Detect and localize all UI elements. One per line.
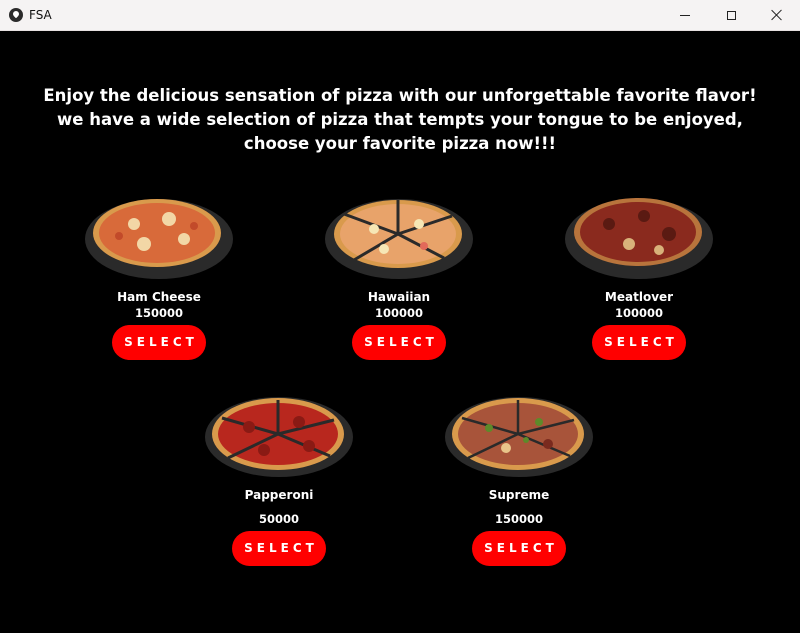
minimize-button[interactable] bbox=[662, 0, 708, 30]
window-title: FSA bbox=[29, 8, 52, 22]
pizza-card-supreme: Supreme 150000 SELECT bbox=[429, 392, 609, 566]
pizza-image bbox=[445, 397, 593, 477]
title-bar[interactable]: FSA bbox=[0, 0, 800, 31]
pizza-name: Supreme bbox=[488, 488, 550, 502]
pizza-card-ham-cheese: Ham Cheese 150000 SELECT bbox=[69, 194, 249, 360]
app-window: FSA Enjoy the delicious sensation of piz… bbox=[0, 0, 800, 633]
pizza-name: Papperoni bbox=[244, 488, 314, 502]
pizza-card-papperoni: Papperoni 50000 SELECT bbox=[189, 392, 369, 566]
pizza-price: 150000 bbox=[494, 512, 543, 526]
select-button[interactable]: SELECT bbox=[232, 531, 326, 566]
pizza-price: 100000 bbox=[614, 306, 663, 320]
app-icon bbox=[9, 8, 23, 22]
maximize-icon bbox=[726, 10, 736, 20]
minimize-icon bbox=[680, 14, 690, 16]
pizza-image bbox=[565, 198, 713, 279]
select-button[interactable]: SELECT bbox=[112, 325, 206, 360]
select-button[interactable]: SELECT bbox=[472, 531, 566, 566]
select-button[interactable]: SELECT bbox=[352, 325, 446, 360]
headline-line-1: Enjoy the delicious sensation of pizza w… bbox=[43, 86, 757, 105]
pizza-price: 50000 bbox=[258, 512, 299, 526]
pizza-image bbox=[85, 199, 233, 279]
pizza-image bbox=[205, 397, 353, 477]
close-icon bbox=[771, 9, 783, 21]
pizza-card-hawaiian: Hawaiian 100000 SELECT bbox=[309, 194, 489, 360]
select-button[interactable]: SELECT bbox=[592, 325, 686, 360]
pizza-name: Meatlover bbox=[604, 290, 674, 304]
maximize-button[interactable] bbox=[708, 0, 754, 30]
headline-line-3: choose your favorite pizza now!!! bbox=[243, 134, 557, 153]
close-button[interactable] bbox=[754, 0, 800, 30]
pizza-image bbox=[325, 199, 473, 279]
pizza-name: Ham Cheese bbox=[117, 290, 201, 304]
pizza-price: 150000 bbox=[134, 306, 183, 320]
pizza-price: 100000 bbox=[374, 306, 423, 320]
headline: Enjoy the delicious sensation of pizza w… bbox=[0, 84, 800, 156]
headline-line-2: we have a wide selection of pizza that t… bbox=[57, 110, 743, 129]
pizza-card-meatlover: Meatlover 100000 SELECT bbox=[549, 194, 729, 360]
pizza-name: Hawaiian bbox=[367, 290, 431, 304]
